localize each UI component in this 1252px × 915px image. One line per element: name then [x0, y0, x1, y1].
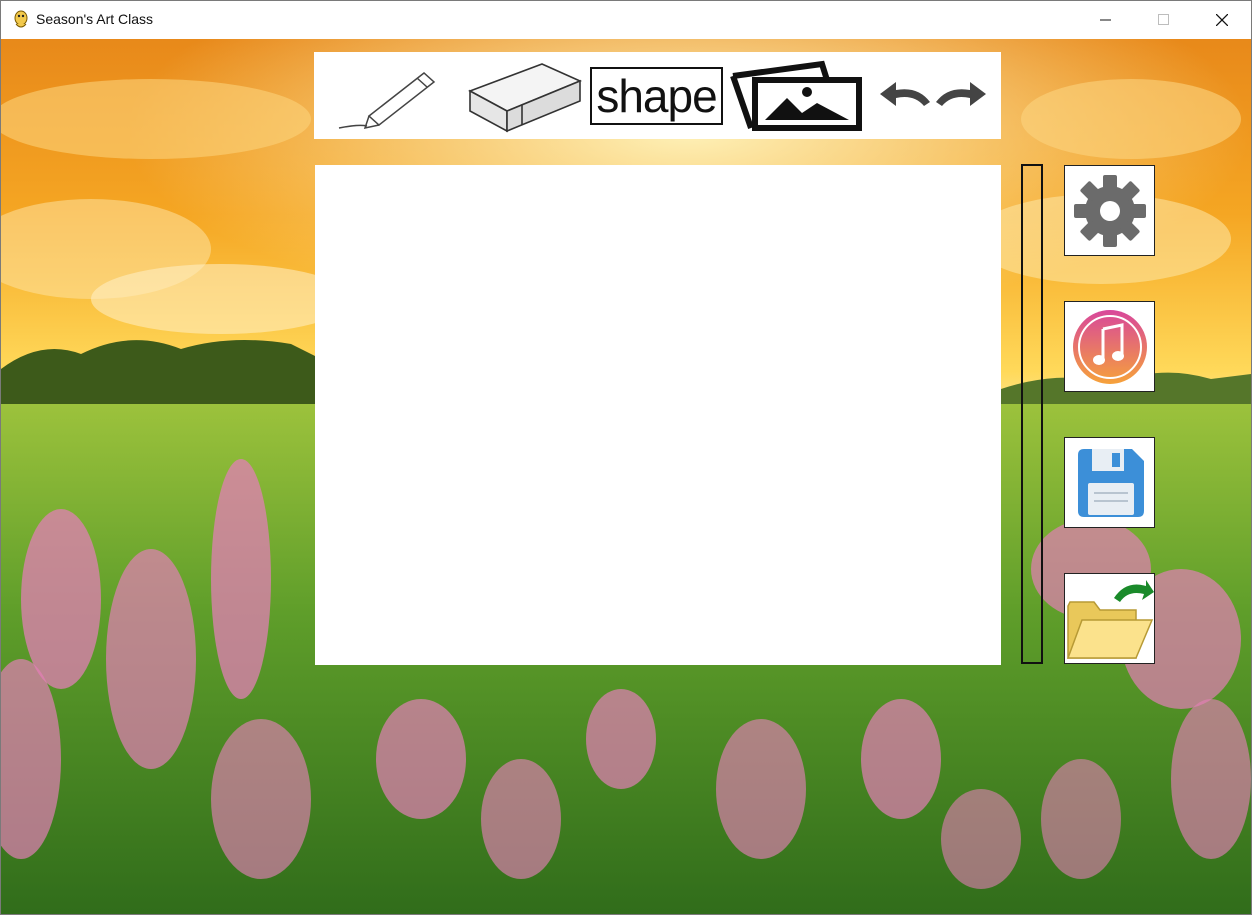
pencil-tool-button[interactable] [324, 52, 444, 139]
music-icon [1072, 309, 1147, 384]
close-icon [1216, 14, 1228, 26]
drawing-canvas[interactable] [315, 165, 1001, 665]
image-tool-button[interactable] [726, 52, 866, 139]
open-folder-icon [1066, 579, 1154, 659]
app-scene: shape [1, 39, 1251, 914]
app-window: Season's Art Class shape [0, 0, 1252, 915]
close-button[interactable] [1193, 1, 1251, 39]
undo-redo-button[interactable] [874, 52, 994, 139]
maximize-button[interactable] [1135, 1, 1193, 39]
minimize-icon [1100, 19, 1111, 21]
save-button[interactable] [1064, 437, 1155, 528]
shape-tool-button[interactable]: shape [590, 52, 723, 139]
brush-size-slider[interactable] [1021, 164, 1043, 664]
save-icon [1077, 448, 1144, 517]
python-snake-icon [14, 10, 28, 28]
maximize-icon [1158, 14, 1169, 25]
undo-redo-icon [880, 81, 986, 106]
window-title: Season's Art Class [36, 11, 154, 27]
shape-icon: shape [590, 66, 723, 125]
shape-label: shape [596, 69, 717, 122]
tool-bar: shape [314, 52, 1001, 139]
settings-button[interactable] [1064, 165, 1155, 256]
open-folder-button[interactable] [1064, 573, 1155, 664]
pencil-icon [338, 72, 436, 130]
title-bar: Season's Art Class [1, 1, 1251, 39]
settings-icon [1073, 174, 1146, 247]
music-button[interactable] [1064, 301, 1155, 392]
eraser-tool-button[interactable] [459, 52, 584, 139]
image-icon [730, 60, 862, 131]
minimize-button[interactable] [1077, 1, 1135, 39]
eraser-icon [467, 62, 582, 132]
